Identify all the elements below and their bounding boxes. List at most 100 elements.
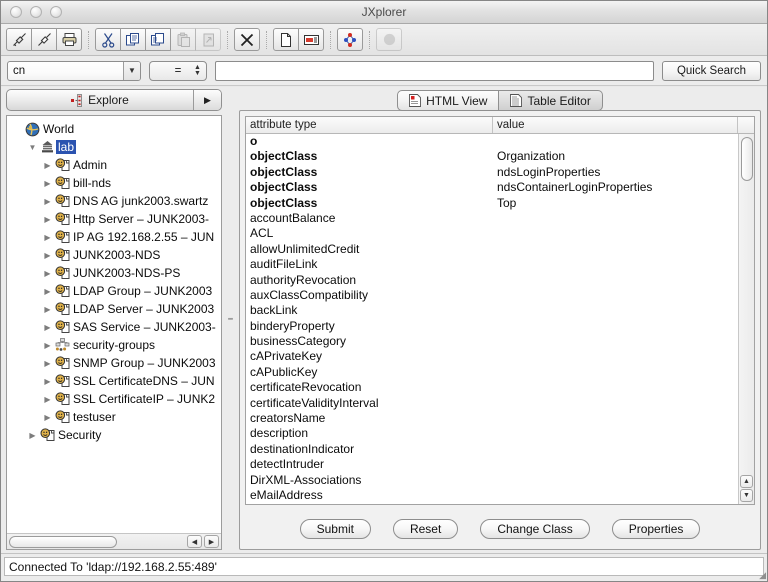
new-entry-button[interactable]: [273, 28, 299, 51]
tab-table-editor[interactable]: Table Editor: [499, 90, 603, 111]
delete-button[interactable]: [234, 28, 260, 51]
expand-toggle-icon[interactable]: ▶: [41, 179, 54, 188]
tree-node-junk2003-nds[interactable]: ▶ JUNK2003-NDS: [7, 246, 221, 264]
table-row[interactable]: objectClass ndsLoginProperties: [246, 165, 738, 180]
table-row[interactable]: authorityRevocation: [246, 273, 738, 288]
resize-grip-icon[interactable]: ◢: [759, 571, 766, 580]
table-vertical-scrollbar[interactable]: ▲ ▼: [738, 134, 754, 504]
attribute-value-cell[interactable]: ndsContainerLoginProperties: [493, 180, 738, 195]
collapse-toggle-icon[interactable]: ▼: [26, 143, 39, 152]
chevron-down-icon[interactable]: ▼: [123, 61, 140, 80]
expand-toggle-icon[interactable]: ▶: [41, 233, 54, 242]
attribute-value-cell[interactable]: [493, 426, 738, 441]
table-row[interactable]: destinationIndicator: [246, 442, 738, 457]
attribute-value-cell[interactable]: [493, 380, 738, 395]
tree-node-junk2003-nds-ps[interactable]: ▶ JUNK2003-NDS-PS: [7, 264, 221, 282]
attribute-value-cell[interactable]: Organization: [493, 149, 738, 164]
attribute-value-cell[interactable]: [493, 457, 738, 472]
expand-toggle-icon[interactable]: ▶: [41, 161, 54, 170]
tree-node-bill-nds[interactable]: ▶ bill-nds: [7, 174, 221, 192]
tree-node-snmp-group-junk2003[interactable]: ▶ SNMP Group – JUNK2003: [7, 354, 221, 372]
expand-toggle-icon[interactable]: ▶: [41, 305, 54, 314]
attribute-value-cell[interactable]: ndsLoginProperties: [493, 165, 738, 180]
explore-tab[interactable]: Explore ▶: [6, 89, 222, 111]
scroll-left-icon[interactable]: ◀: [187, 535, 202, 548]
properties-button[interactable]: Properties: [611, 519, 701, 539]
column-header-attribute-type[interactable]: attribute type: [246, 117, 493, 133]
table-row[interactable]: creatorsName: [246, 411, 738, 426]
attribute-value-cell[interactable]: [493, 473, 738, 488]
expand-toggle-icon[interactable]: ▶: [41, 251, 54, 260]
attribute-value-cell[interactable]: [493, 226, 738, 241]
attribute-value-cell[interactable]: [493, 242, 738, 257]
tree-node-testuser[interactable]: ▶ testuser: [7, 408, 221, 426]
table-row[interactable]: DirXML-Associations: [246, 473, 738, 488]
tab-html-view[interactable]: HTML View: [397, 90, 500, 111]
rename-button[interactable]: [298, 28, 324, 51]
table-row[interactable]: description: [246, 426, 738, 441]
copy-dn-button[interactable]: [145, 28, 171, 51]
attribute-value-cell[interactable]: [493, 334, 738, 349]
search-attribute-combo[interactable]: cn ▼: [7, 60, 141, 81]
scroll-up-icon[interactable]: ▲: [740, 475, 753, 488]
tree-hscroll-thumb[interactable]: [9, 536, 117, 548]
cut-button[interactable]: [95, 28, 121, 51]
tree-node-ssl-certificatedns-jun[interactable]: ▶ SSL CertificateDNS – JUN: [7, 372, 221, 390]
print-button[interactable]: [56, 28, 82, 51]
expand-toggle-icon[interactable]: ▶: [41, 413, 54, 422]
spinner-down-icon[interactable]: ▼: [194, 70, 201, 77]
table-row[interactable]: eMailAddress: [246, 488, 738, 503]
expand-toggle-icon[interactable]: ▶: [41, 287, 54, 296]
tree-node-ldap-group-junk2003[interactable]: ▶ LDAP Group – JUNK2003: [7, 282, 221, 300]
table-row[interactable]: auditFileLink: [246, 257, 738, 272]
expand-toggle-icon[interactable]: ▶: [41, 197, 54, 206]
attribute-value-cell[interactable]: [493, 134, 738, 149]
expand-toggle-icon[interactable]: ▶: [41, 377, 54, 386]
attribute-value-cell[interactable]: [493, 442, 738, 457]
scroll-right-icon[interactable]: ▶: [204, 535, 219, 548]
table-row[interactable]: certificateValidityInterval: [246, 396, 738, 411]
tree-node-lab[interactable]: ▼ lab: [7, 138, 221, 156]
expand-toggle-icon[interactable]: ▶: [41, 395, 54, 404]
tree-node-http-server-junk2003[interactable]: ▶ Http Server – JUNK2003-: [7, 210, 221, 228]
table-row[interactable]: ACL: [246, 226, 738, 241]
table-vscroll-thumb[interactable]: [741, 137, 753, 181]
search-operator-spinner[interactable]: = ▲ ▼: [149, 60, 207, 81]
quick-search-button[interactable]: Quick Search: [661, 60, 761, 81]
attribute-value-cell[interactable]: [493, 488, 738, 503]
tree-node-ssl-certificateip-junk2[interactable]: ▶ SSL CertificateIP – JUNK2: [7, 390, 221, 408]
table-row[interactable]: cAPrivateKey: [246, 349, 738, 364]
table-row[interactable]: cAPublicKey: [246, 365, 738, 380]
change-class-button[interactable]: Change Class: [480, 519, 590, 539]
table-row[interactable]: allowUnlimitedCredit: [246, 242, 738, 257]
expand-toggle-icon[interactable]: ▶: [26, 431, 39, 440]
table-row[interactable]: certificateRevocation: [246, 380, 738, 395]
tree-node-dns-ag-junk2003-swartz[interactable]: ▶ DNS AG junk2003.swartz: [7, 192, 221, 210]
connect-button[interactable]: [6, 28, 32, 51]
attribute-value-cell[interactable]: [493, 349, 738, 364]
attribute-value-cell[interactable]: [493, 273, 738, 288]
directory-tree[interactable]: World ▼ lab ▶ Admin ▶ bill-nds ▶ DNS AG junk2003…: [6, 115, 222, 550]
expand-toggle-icon[interactable]: ▶: [41, 269, 54, 278]
tree-node-ldap-server-junk2003[interactable]: ▶ LDAP Server – JUNK2003: [7, 300, 221, 318]
attribute-value-cell[interactable]: [493, 319, 738, 334]
explore-next-button[interactable]: ▶: [193, 90, 221, 110]
attribute-value-cell[interactable]: [493, 211, 738, 226]
table-row[interactable]: detectIntruder: [246, 457, 738, 472]
submit-button[interactable]: Submit: [299, 519, 371, 539]
tree-node-security-groups[interactable]: ▶ security-groups: [7, 336, 221, 354]
panel-splitter[interactable]: ▪▪▪: [225, 89, 235, 550]
attribute-value-cell[interactable]: Top: [493, 196, 738, 211]
table-row[interactable]: objectClass Organization: [246, 149, 738, 164]
tree-node-security[interactable]: ▶ Security: [7, 426, 221, 444]
tree-horizontal-scrollbar[interactable]: ◀ ▶: [7, 533, 221, 549]
expand-toggle-icon[interactable]: ▶: [41, 359, 54, 368]
table-row[interactable]: auxClassCompatibility: [246, 288, 738, 303]
expand-toggle-icon[interactable]: ▶: [41, 215, 54, 224]
disconnect-button[interactable]: [31, 28, 57, 51]
search-input[interactable]: [215, 60, 654, 81]
attribute-value-cell[interactable]: [493, 288, 738, 303]
expand-toggle-icon[interactable]: ▶: [41, 341, 54, 350]
column-header-value[interactable]: value: [493, 117, 738, 133]
table-row[interactable]: objectClass Top: [246, 196, 738, 211]
